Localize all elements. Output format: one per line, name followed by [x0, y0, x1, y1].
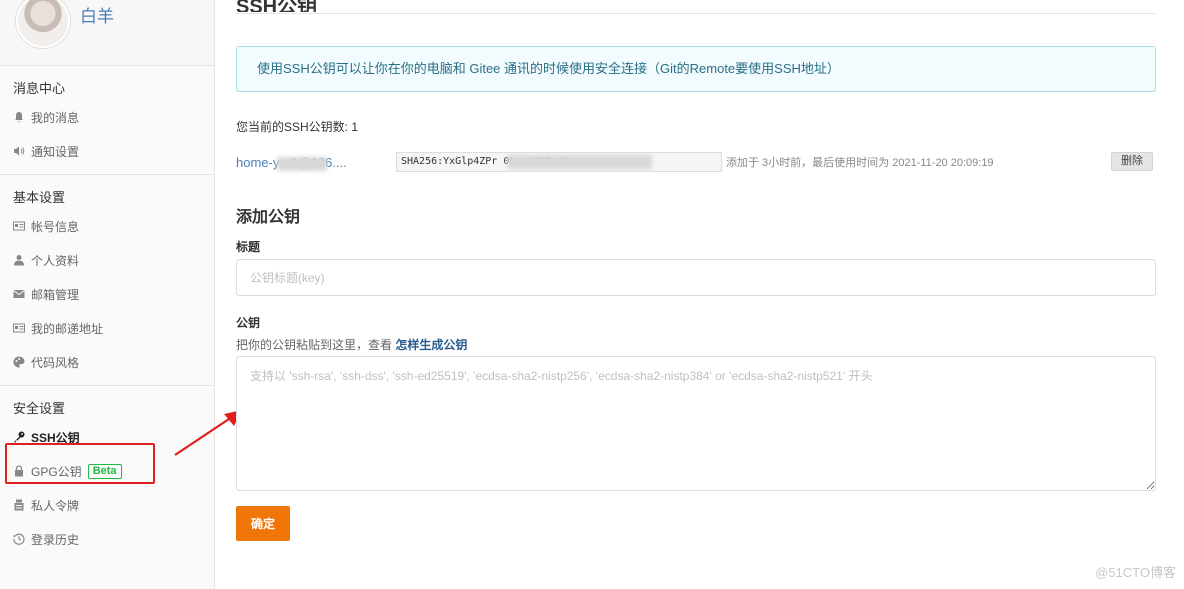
redaction-blur [507, 155, 652, 169]
section-title: 消息中心 [13, 81, 66, 96]
section-title: 基本设置 [13, 190, 66, 205]
mail-icon [13, 288, 25, 300]
sidebar-item-label: 个人资料 [31, 253, 80, 268]
profile-header: 白羊 [0, 0, 214, 66]
key-help: 把你的公钥粘贴到这里，查看 怎样生成公钥 [236, 336, 467, 353]
sidebar-item-label: 通知设置 [31, 144, 80, 159]
sidebar-item-address[interactable]: 我的邮递地址 [0, 311, 214, 345]
key-fingerprint: SHA256:YxGlp4ZPr 0LxszXD8xzk [396, 152, 722, 172]
sidebar-section-messages: 消息中心 我的消息 通知设置 [0, 66, 214, 175]
sidebar-item-code-style[interactable]: 代码风格 [0, 345, 214, 379]
highlight-box [5, 443, 155, 484]
sidebar: 白羊 消息中心 我的消息 通知设置 基本设置 帐号信息 个人资料 邮箱管理 我的… [0, 0, 215, 589]
confirm-button[interactable]: 确定 [236, 506, 290, 541]
divider [236, 13, 1156, 14]
sidebar-item-account[interactable]: 帐号信息 [0, 209, 214, 243]
user-icon [13, 254, 25, 266]
public-key-textarea[interactable] [236, 356, 1156, 491]
token-icon [13, 499, 25, 511]
history-icon [13, 533, 25, 545]
address-card-icon [13, 322, 25, 334]
key-meta: 添加于 3小时前，最后使用时间为 2021-11-20 20:09:19 [726, 157, 994, 169]
redaction-blur [277, 156, 327, 171]
sidebar-item-label: 我的消息 [31, 110, 80, 125]
sidebar-item-label: 登录历史 [31, 532, 80, 547]
bell-icon [13, 111, 25, 123]
help-text: 把你的公钥粘贴到这里，查看 [236, 338, 396, 352]
id-card-icon [13, 220, 25, 232]
sidebar-item-label: 帐号信息 [31, 219, 80, 234]
page-title: SSH公钥 [236, 0, 318, 12]
avatar[interactable] [16, 0, 70, 48]
sidebar-item-label: 邮箱管理 [31, 287, 80, 302]
ssh-key-row: home-y n9@126.... SHA256:YxGlp4ZPr 0Lxsz… [236, 150, 1156, 174]
sidebar-item-login-history[interactable]: 登录历史 [0, 522, 214, 556]
sidebar-item-label: 我的邮递地址 [31, 321, 104, 336]
title-label: 标题 [236, 240, 261, 254]
key-title-input[interactable] [236, 259, 1156, 296]
info-message: 使用SSH公钥可以让你在你的电脑和 Gitee 通讯的时候使用安全连接（Git的… [236, 46, 1156, 92]
sidebar-item-label: 代码风格 [31, 355, 80, 370]
key-count: 您当前的SSH公钥数: 1 [236, 120, 359, 134]
speaker-icon [13, 145, 25, 157]
sidebar-item-profile[interactable]: 个人资料 [0, 243, 214, 277]
sidebar-item-label: 私人令牌 [31, 498, 80, 513]
add-key-heading: 添加公钥 [236, 209, 301, 226]
watermark: @51CTO博客 [1095, 565, 1176, 580]
sidebar-item-notification-settings[interactable]: 通知设置 [0, 134, 214, 168]
username[interactable]: 白羊 [80, 2, 114, 27]
sidebar-section-basic: 基本设置 帐号信息 个人资料 邮箱管理 我的邮递地址 代码风格 [0, 175, 214, 386]
key-icon [13, 431, 25, 443]
key-name[interactable]: home-y n9@126.... [236, 155, 396, 171]
sidebar-item-my-messages[interactable]: 我的消息 [0, 100, 214, 134]
how-to-generate-link[interactable]: 怎样生成公钥 [395, 338, 467, 352]
palette-icon [13, 356, 25, 368]
key-label: 公钥 [236, 316, 261, 330]
delete-button[interactable]: 删除 [1111, 152, 1153, 171]
sidebar-item-private-tokens[interactable]: 私人令牌 [0, 488, 214, 522]
sidebar-item-email[interactable]: 邮箱管理 [0, 277, 214, 311]
